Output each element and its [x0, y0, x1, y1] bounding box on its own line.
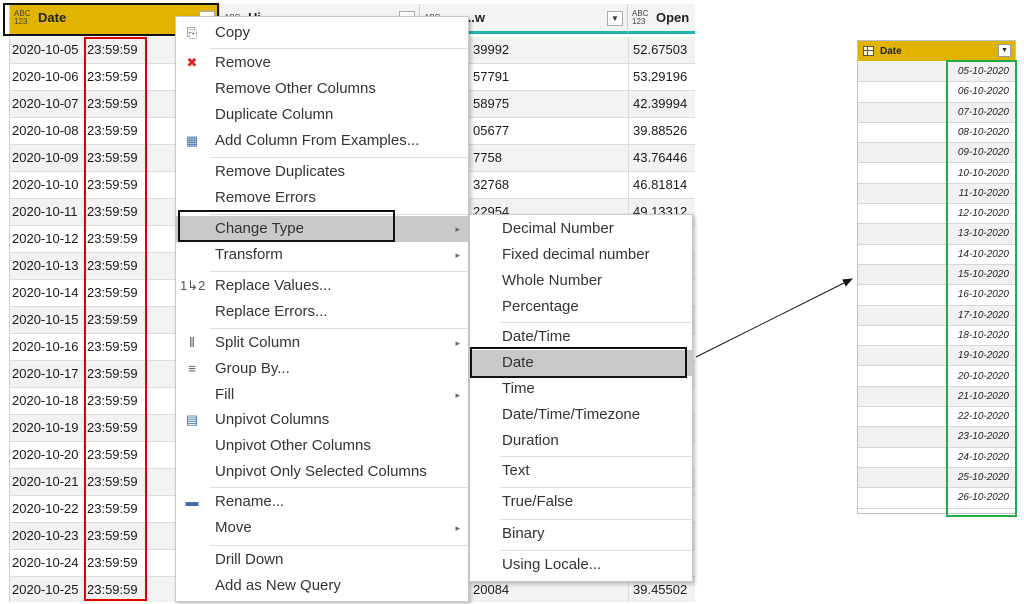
result-header-label: Date [880, 45, 902, 57]
table-icon [863, 46, 874, 56]
date-values-highlight [946, 60, 1017, 517]
chevron-down-icon[interactable]: ▼ [998, 44, 1011, 57]
result-column-header[interactable]: Date ▼ [858, 41, 1015, 61]
